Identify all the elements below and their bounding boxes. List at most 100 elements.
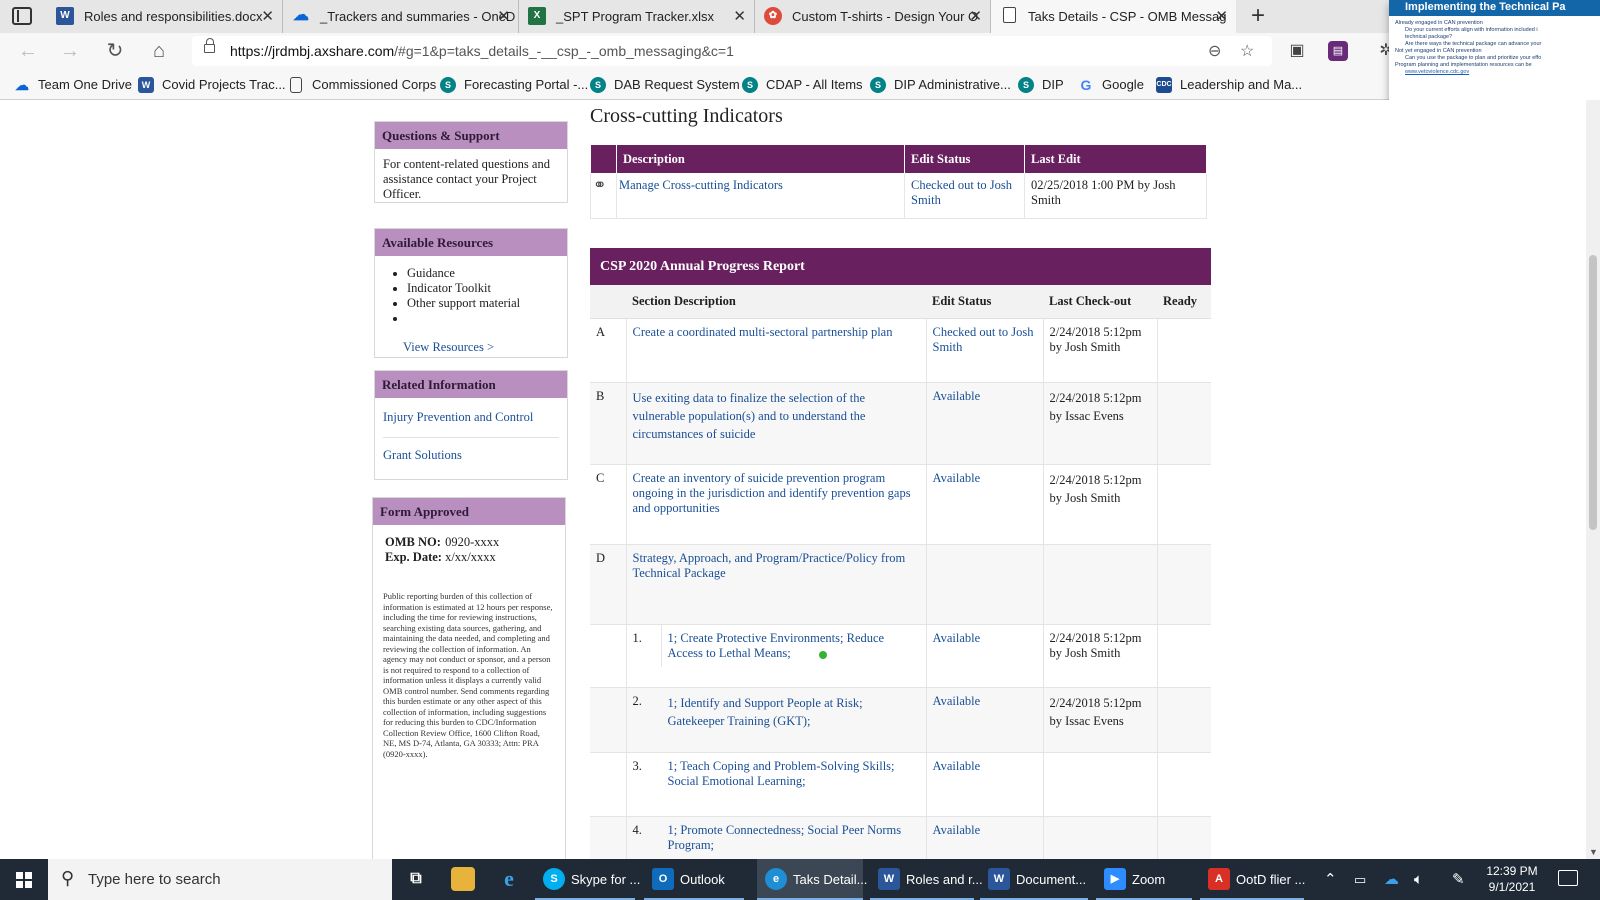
url-text[interactable]: https://jrdmbj.axshare.com/#g=1&p=taks_d… xyxy=(230,36,734,66)
taskbar-clock[interactable]: 12:39 PM 9/1/2021 xyxy=(1480,863,1544,895)
bookmark-item[interactable]: G Google xyxy=(1078,69,1144,100)
subitem-link[interactable]: 1; Create Protective Environments; Reduc… xyxy=(668,631,885,660)
subitem-description-cell: 4. 1; Promote Connectedness; Social Peer… xyxy=(626,816,927,859)
close-tab-icon[interactable]: ✕ xyxy=(261,0,274,33)
icon-column-header xyxy=(590,144,617,174)
column-header: Section Description xyxy=(626,285,926,319)
popup-link[interactable]: www.vetoviolence.cdc.gov xyxy=(1395,69,1596,76)
new-tab-button[interactable]: + xyxy=(1251,3,1265,29)
collections-icon[interactable]: ▣ xyxy=(1285,39,1309,63)
bookmark-item[interactable]: S Forecasting Portal -... xyxy=(440,69,588,100)
favorites-star-icon[interactable]: ☆ xyxy=(1240,41,1254,61)
browser-tab-active[interactable]: Taks Details - CSP - OMB Messag ✕ xyxy=(991,0,1236,33)
subitem-link[interactable]: 1; Promote Connectedness; Social Peer No… xyxy=(668,823,902,852)
forward-arrow-icon[interactable]: → xyxy=(56,37,84,65)
bookmark-item[interactable]: ☁ Team One Drive xyxy=(14,69,132,100)
page-scrollbar[interactable]: ▼ xyxy=(1586,100,1600,859)
excel-icon: X xyxy=(528,7,546,25)
battery-icon[interactable]: ▭ xyxy=(1354,859,1366,900)
edit-status-link[interactable]: Available xyxy=(933,471,981,485)
bookmark-item[interactable]: W Covid Projects Trac... xyxy=(138,69,286,100)
browser-tab[interactable]: ✿ Custom T-shirts - Design Your O ✕ xyxy=(755,0,991,33)
grant-solutions-link[interactable]: Grant Solutions xyxy=(383,444,559,475)
task-view-icon[interactable]: ⧉ xyxy=(404,867,428,891)
edit-status-link[interactable]: Checked out to Josh Smith xyxy=(933,325,1034,354)
edit-status-link[interactable]: Available xyxy=(933,823,981,837)
scroll-down-arrow-icon[interactable]: ▼ xyxy=(1589,847,1598,857)
edit-status-link[interactable]: Available xyxy=(933,759,981,773)
ready-cell xyxy=(1157,544,1211,625)
volume-icon[interactable]: 🔈︎ xyxy=(1414,859,1423,900)
edit-status-link[interactable]: Checked out to Josh Smith xyxy=(911,178,1012,207)
omb-info: OMB NO: 0920-xxxx Exp. Date: x/xx/xxxx xyxy=(373,525,565,575)
section-link[interactable]: Create an inventory of suicide preventio… xyxy=(633,471,911,515)
section-link[interactable]: Use exiting data to finalize the selecti… xyxy=(633,391,866,441)
browser-tab[interactable]: X _SPT Program Tracker.xlsx ✕ xyxy=(519,0,755,33)
edit-status-link[interactable]: Available xyxy=(933,631,981,645)
tab-title: _Trackers and summaries - OneD xyxy=(320,9,516,24)
onedrive-tray-icon[interactable]: ☁ xyxy=(1384,859,1399,900)
taskbar-app[interactable]: W Roles and r... xyxy=(870,859,983,900)
bookmark-item[interactable]: S DIP xyxy=(1018,69,1064,100)
taskbar-app[interactable]: S Skype for ... xyxy=(535,859,640,900)
subitem-link[interactable]: 1; Teach Coping and Problem-Solving Skil… xyxy=(668,759,895,788)
bookmark-item[interactable]: CDC Leadership and Ma... xyxy=(1156,69,1302,100)
section-description-cell: Strategy, Approach, and Program/Practice… xyxy=(626,544,927,625)
section-link[interactable]: Strategy, Approach, and Program/Practice… xyxy=(633,551,906,580)
show-hidden-icons-chevron-icon[interactable]: ⌃ xyxy=(1324,859,1337,900)
bookmark-item[interactable]: S CDAP - All Items xyxy=(742,69,863,100)
address-toolbar: ← → ↻ ⌂ https://jrdmbj.axshare.com/#g=1&… xyxy=(0,33,1600,69)
zoom-out-icon[interactable]: ⊖ xyxy=(1208,41,1221,61)
manage-indicators-link[interactable]: Manage Cross-cutting Indicators xyxy=(619,178,783,192)
browser-tab[interactable]: W Roles and responsibilities.docx ✕ xyxy=(47,0,283,33)
browser-tab-bar: W Roles and responsibilities.docx ✕ ☁ _T… xyxy=(0,0,1600,33)
table-header-row: Section Description Edit Status Last Che… xyxy=(590,285,1211,319)
column-header: Edit Status xyxy=(926,285,1043,319)
edit-status-link[interactable]: Available xyxy=(933,389,981,403)
resource-item: Other support material xyxy=(407,296,559,311)
close-tab-icon[interactable]: ✕ xyxy=(969,0,982,33)
section-link[interactable]: Create a coordinated multi-sectoral part… xyxy=(633,325,893,339)
internet-explorer-icon[interactable]: e xyxy=(497,867,521,891)
taskbar-app[interactable]: W Document... xyxy=(980,859,1088,900)
close-tab-icon[interactable]: ✕ xyxy=(497,0,510,33)
close-tab-icon[interactable]: ✕ xyxy=(1215,0,1228,33)
subitem-link[interactable]: 1; Identify and Support People at Risk; … xyxy=(668,696,863,728)
refresh-icon[interactable]: ↻ xyxy=(101,37,129,65)
home-icon[interactable]: ⌂ xyxy=(145,37,173,65)
injury-prevention-link[interactable]: Injury Prevention and Control xyxy=(383,406,559,438)
scrollbar-thumb[interactable] xyxy=(1589,255,1597,530)
status-cell: Available xyxy=(926,687,1044,753)
url-bar[interactable]: https://jrdmbj.axshare.com/#g=1&p=taks_d… xyxy=(192,36,1272,66)
checkout-cell: 2/24/2018 5:12pm by Josh Smith xyxy=(1043,464,1158,545)
section-letter: D xyxy=(590,544,627,625)
bookmark-item[interactable]: Commissioned Corps xyxy=(288,69,436,100)
taskbar-app[interactable]: ▶ Zoom xyxy=(1096,859,1192,900)
word-icon: W xyxy=(878,868,900,890)
progress-report-section: CSP 2020 Annual Progress Report Section … xyxy=(590,248,1211,859)
bookmark-item[interactable]: S DIP Administrative... xyxy=(870,69,1011,100)
browser-tab[interactable]: ☁ _Trackers and summaries - OneD ✕ xyxy=(283,0,519,33)
progress-report-table: Section Description Edit Status Last Che… xyxy=(590,285,1211,859)
edit-status-link[interactable]: Available xyxy=(933,694,981,708)
popup-line: Already engaged in CAN prevention xyxy=(1395,20,1483,26)
close-tab-icon[interactable]: ✕ xyxy=(733,0,746,33)
taskbar-app[interactable]: O Outlook xyxy=(644,859,744,900)
popup-line: Can you use the package to plan and prio… xyxy=(1405,55,1542,61)
notifications-icon[interactable] xyxy=(1558,870,1578,886)
sharepoint-icon: S xyxy=(742,77,758,93)
profile-icon[interactable]: ▤ xyxy=(1328,41,1348,61)
taskbar-search[interactable]: ⚲ Type here to search xyxy=(48,859,392,900)
table-row: B Use exiting data to finalize the selec… xyxy=(590,382,1211,465)
file-explorer-icon[interactable] xyxy=(451,867,475,891)
tab-actions-menu-icon[interactable] xyxy=(12,7,32,25)
view-resources-link[interactable]: View Resources > xyxy=(383,340,559,355)
bookmark-item[interactable]: S DAB Request System xyxy=(590,69,740,100)
back-arrow-icon[interactable]: ← xyxy=(14,37,42,65)
status-cell xyxy=(926,544,1044,625)
windows-start-icon[interactable] xyxy=(16,872,32,888)
taskbar-app[interactable]: A OotD flier ... xyxy=(1200,859,1305,900)
taskbar-app-active[interactable]: e Taks Detail... xyxy=(757,859,867,900)
pen-workspace-icon[interactable]: ✎ xyxy=(1452,859,1465,900)
subitem-description-cell: 1. 1; Create Protective Environments; Re… xyxy=(626,624,927,688)
